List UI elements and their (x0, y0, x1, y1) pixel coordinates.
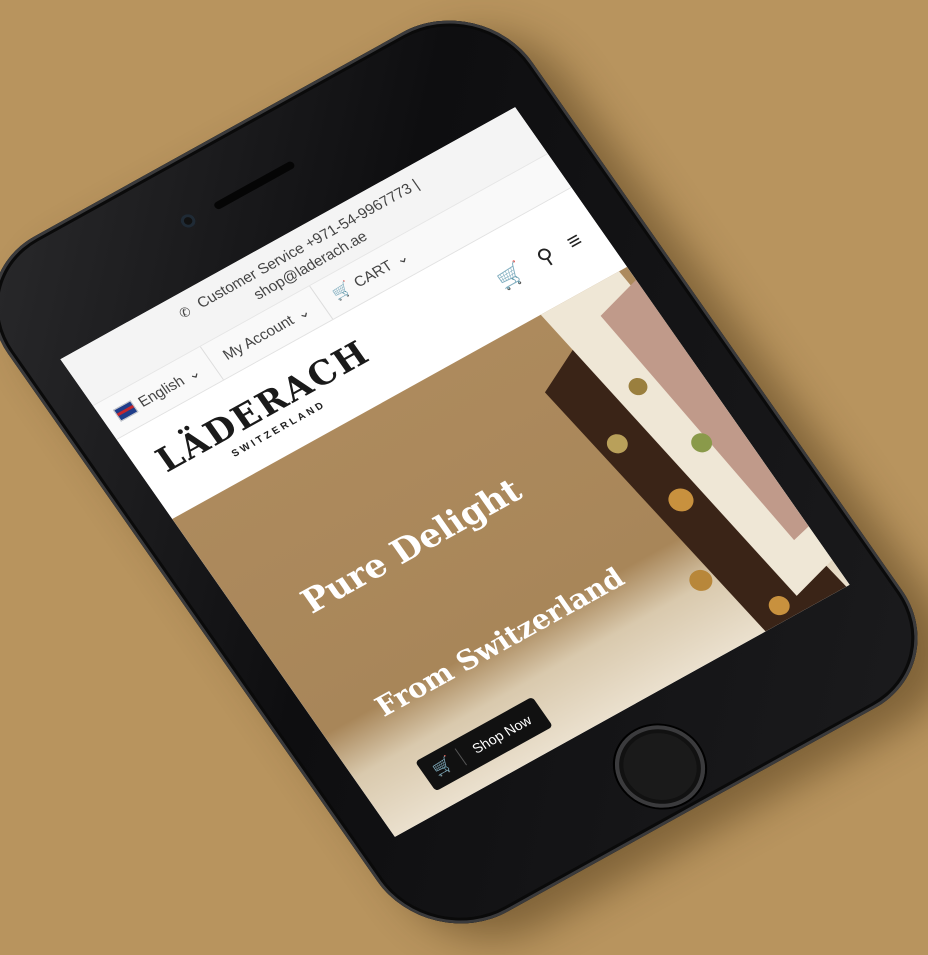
phone-icon: ✆ (175, 303, 195, 322)
cart-icon[interactable]: 🛒 (492, 259, 531, 294)
uk-flag-icon (112, 400, 139, 422)
cart-label: CART (350, 257, 396, 291)
chevron-down-icon: ⌄ (183, 363, 205, 384)
menu-icon[interactable]: ≡ (561, 227, 587, 255)
smartphone: ✆ Customer Service +971-54-9967773 | sho… (0, 0, 928, 955)
earpiece-speaker (212, 160, 296, 211)
chevron-down-icon: ⌄ (292, 303, 314, 324)
search-icon[interactable]: ⚲ (532, 242, 561, 271)
front-camera (177, 211, 199, 231)
chevron-down-icon: ⌄ (391, 248, 413, 269)
phone-screen: ✆ Customer Service +971-54-9967773 | sho… (60, 107, 850, 837)
header-icons: 🛒 ⚲ ≡ (492, 227, 588, 293)
home-button[interactable] (597, 710, 723, 823)
shop-now-label: Shop Now (468, 711, 535, 757)
cart-icon: 🛒 (329, 279, 356, 304)
hero-title: Pure Delight (293, 471, 530, 622)
shop-now-button[interactable]: 🛒 Shop Now (415, 696, 553, 792)
hero-subtitle: From Switzerland (368, 561, 631, 723)
